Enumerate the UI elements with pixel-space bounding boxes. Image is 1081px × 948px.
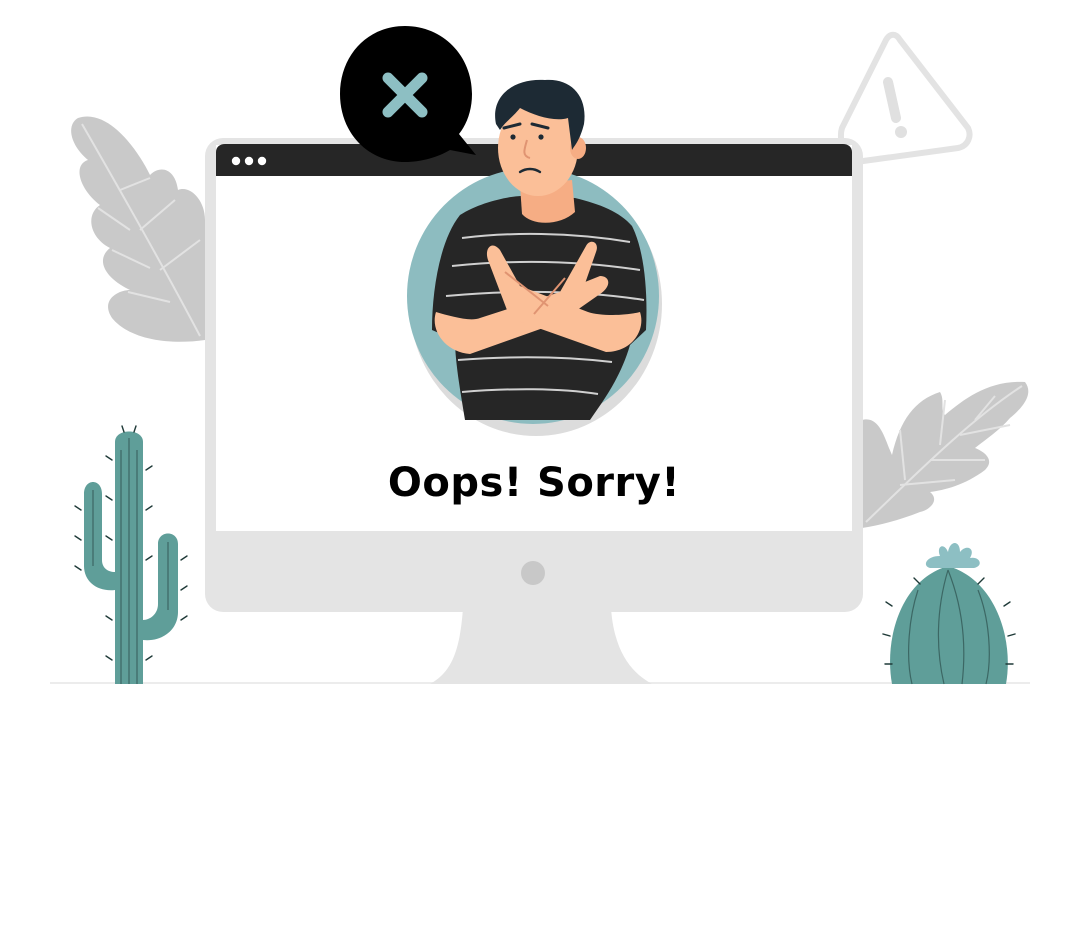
leaf-right-decoration	[862, 381, 1029, 528]
cactus-round-right	[882, 543, 1016, 685]
cactus-tall-left	[74, 425, 188, 684]
leaf-left-decoration	[71, 116, 205, 342]
oops-sorry-heading: Oops! Sorry!	[387, 460, 681, 506]
monitor-stand	[430, 608, 652, 684]
warning-triangle-icon	[838, 31, 973, 165]
window-dots-icon	[231, 156, 267, 166]
monitor-power-dot	[521, 561, 545, 585]
speech-bubble	[340, 26, 476, 162]
